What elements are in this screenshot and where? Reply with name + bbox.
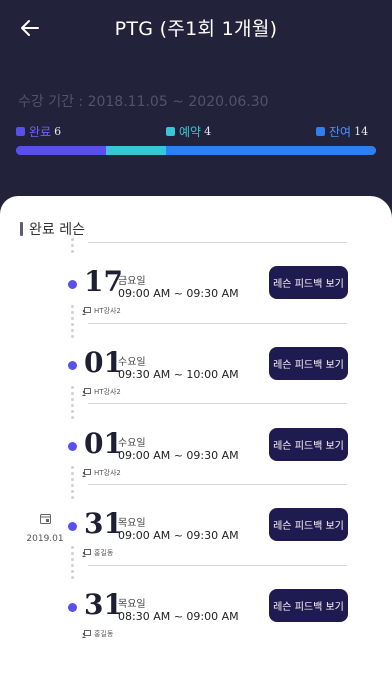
progress-reserved xyxy=(106,146,166,155)
lesson-time: 09:00 AM ~ 09:30 AM xyxy=(118,529,239,542)
board-person-icon xyxy=(82,307,91,315)
board-person-icon xyxy=(82,630,91,638)
board-person-icon xyxy=(82,469,91,477)
lesson-item: 31 목요일 09:00 AM ~ 09:30 AM 홍길동 레슨 피드백 보기 xyxy=(0,508,392,588)
lesson-weekday: 수요일 xyxy=(118,357,146,368)
lesson-time: 09:30 AM ~ 10:00 AM xyxy=(118,368,239,381)
progress-completed xyxy=(16,146,106,155)
board-person-icon xyxy=(82,549,91,557)
legend-swatch xyxy=(16,127,25,136)
teacher-name: 홍길동 xyxy=(94,549,114,557)
divider xyxy=(88,242,347,243)
legend-label: 잔여 xyxy=(329,125,352,139)
lesson-item: 17 금요일 09:00 AM ~ 09:30 AM HT강사2 레슨 피드백 … xyxy=(0,266,392,346)
timeline-dot xyxy=(68,442,77,451)
legend-count: 14 xyxy=(354,125,369,138)
timeline-dot xyxy=(68,361,77,370)
legend-count: 6 xyxy=(54,125,62,138)
section-marker xyxy=(20,222,23,236)
teacher-name: HT강사2 xyxy=(94,469,121,477)
lesson-feedback-button[interactable]: 레슨 피드백 보기 xyxy=(269,266,348,299)
legend-swatch xyxy=(166,127,175,136)
legend-label: 예약 xyxy=(179,125,202,139)
lesson-feedback-button[interactable]: 레슨 피드백 보기 xyxy=(269,347,348,380)
page-title: PTG (주1회 1개월) xyxy=(114,18,278,40)
section-title: 완료 레슨 xyxy=(20,219,85,239)
timeline-dot xyxy=(68,603,77,612)
lesson-time: 08:30 AM ~ 09:00 AM xyxy=(118,610,239,623)
progress-remaining xyxy=(166,146,376,155)
lesson-teacher: HT강사2 xyxy=(82,468,121,478)
lesson-item: 01 수요일 09:30 AM ~ 10:00 AM HT강사2 레슨 피드백 … xyxy=(0,347,392,427)
lesson-time: 09:00 AM ~ 09:30 AM xyxy=(118,287,239,300)
lesson-weekday: 목요일 xyxy=(118,599,146,610)
lesson-teacher: 홍길동 xyxy=(82,548,113,558)
teacher-name: 홍길동 xyxy=(94,630,114,638)
lesson-time: 09:00 AM ~ 09:30 AM xyxy=(118,449,239,462)
timeline-dot xyxy=(68,280,77,289)
legend-remaining: 잔여 14 xyxy=(316,123,368,140)
lesson-weekday: 수요일 xyxy=(118,438,146,449)
lesson-teacher: 홍길동 xyxy=(82,629,113,639)
legend-count: 4 xyxy=(204,125,212,138)
legend-reserved: 예약 4 xyxy=(166,123,211,140)
timeline-dot xyxy=(68,522,77,531)
legend-swatch xyxy=(316,127,325,136)
teacher-name: HT강사2 xyxy=(94,307,121,315)
lesson-weekday: 목요일 xyxy=(118,518,146,529)
course-period: 수강 기간 : 2018.11.05 ~ 2020.06.30 xyxy=(18,94,269,110)
lesson-teacher: HT강사2 xyxy=(82,306,121,316)
legend-label: 완료 xyxy=(29,125,52,139)
lesson-weekday: 금요일 xyxy=(118,276,146,287)
legend-completed: 완료 6 xyxy=(16,123,61,140)
timeline-connector xyxy=(71,238,74,256)
lesson-teacher: HT강사2 xyxy=(82,387,121,397)
lesson-item: 01 수요일 09:00 AM ~ 09:30 AM HT강사2 레슨 피드백 … xyxy=(0,428,392,508)
teacher-name: HT강사2 xyxy=(94,388,121,396)
lesson-feedback-button[interactable]: 레슨 피드백 보기 xyxy=(269,428,348,461)
lesson-item: 31 목요일 08:30 AM ~ 09:00 AM 홍길동 레슨 피드백 보기 xyxy=(0,589,392,669)
lesson-feedback-button[interactable]: 레슨 피드백 보기 xyxy=(269,589,348,622)
section-title-text: 완료 레슨 xyxy=(29,222,85,238)
lesson-feedback-button[interactable]: 레슨 피드백 보기 xyxy=(269,508,348,541)
progress-bar xyxy=(16,146,376,155)
board-person-icon xyxy=(82,388,91,396)
